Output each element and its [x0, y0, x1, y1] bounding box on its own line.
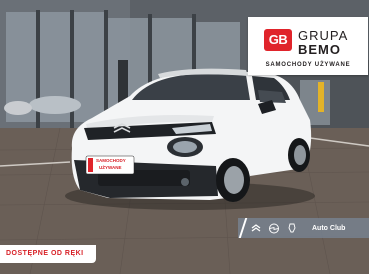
divider-slash [238, 218, 248, 238]
partner-brands-bar: Auto Club [238, 218, 369, 238]
availability-badge: DOSTĘPNE OD RĘKI [0, 245, 96, 263]
peugeot-logo-icon [288, 223, 296, 232]
license-plate-line1: SAMOCHODY [96, 158, 126, 163]
gb-logo-icon: GB [264, 29, 292, 51]
dealer-logo-badge: GB GRUPA BEMO SAMOCHODY UŻYWANE [248, 17, 368, 75]
brand-tagline: SAMOCHODY UŻYWANE [265, 62, 351, 68]
license-plate-line2: UŻYWANE [99, 165, 122, 170]
brand-name-line2: BEMO [298, 42, 341, 57]
partner-label: Auto Club [312, 224, 346, 232]
brand-name-line1: GRUPA [298, 28, 349, 43]
citroen-logo-icon [251, 223, 261, 232]
opel-logo-icon [269, 223, 279, 233]
